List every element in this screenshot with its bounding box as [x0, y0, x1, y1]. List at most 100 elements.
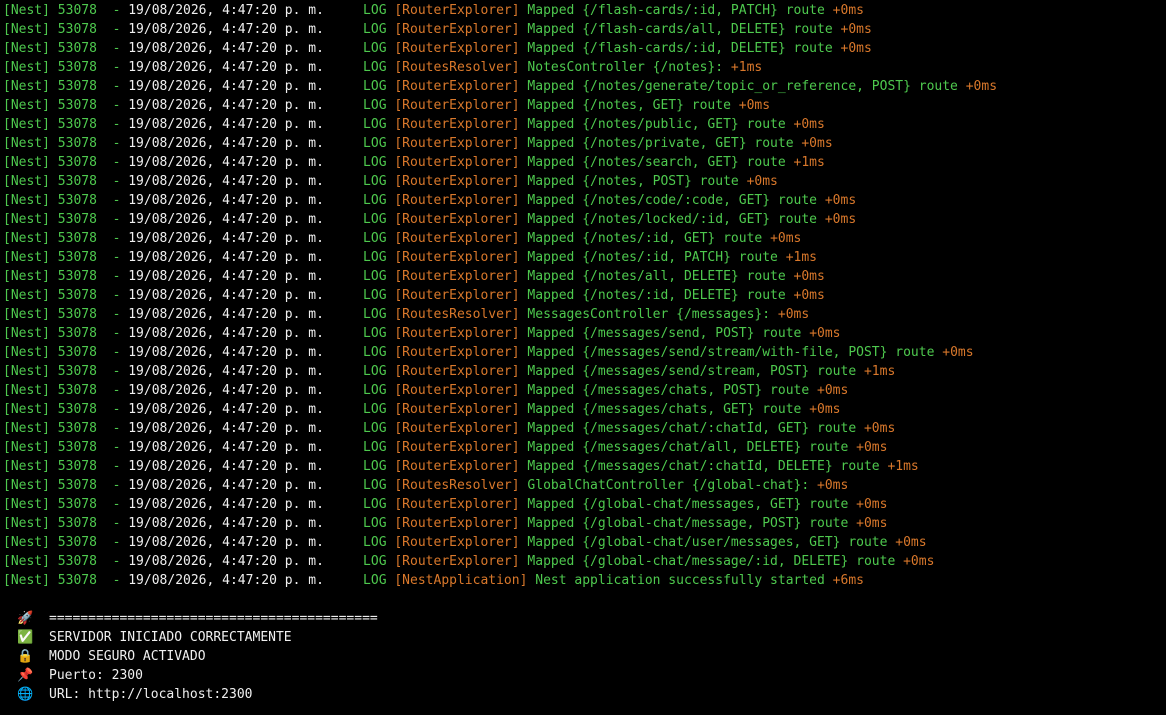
- log-level: LOG: [363, 307, 387, 322]
- log-prefix: [Nest] 53078 -: [3, 60, 129, 75]
- log-timestamp: 19/08/2026, 4:47:20 p. m.: [128, 478, 324, 493]
- log-output: [Nest] 53078 - 19/08/2026, 4:47:20 p. m.…: [0, 1, 1166, 590]
- log-timing: +1ms: [887, 459, 919, 474]
- log-line: [Nest] 53078 - 19/08/2026, 4:47:20 p. m.…: [0, 324, 1166, 343]
- log-line: [Nest] 53078 - 19/08/2026, 4:47:20 p. m.…: [0, 58, 1166, 77]
- log-timing: +1ms: [730, 60, 763, 75]
- log-timestamp: 19/08/2026, 4:47:20 p. m.: [128, 402, 324, 417]
- log-prefix: [Nest] 53078 -: [3, 573, 129, 588]
- log-line: [Nest] 53078 - 19/08/2026, 4:47:20 p. m.…: [0, 476, 1166, 495]
- log-line: [Nest] 53078 - 19/08/2026, 4:47:20 p. m.…: [0, 210, 1166, 229]
- log-timestamp: 19/08/2026, 4:47:20 p. m.: [128, 79, 324, 94]
- log-message: Mapped {/messages/chat/:chatId, DELETE} …: [527, 459, 880, 474]
- log-timing: +0ms: [793, 117, 825, 132]
- log-context: [RouterExplorer]: [394, 117, 520, 132]
- log-context: [RouterExplorer]: [394, 174, 520, 189]
- log-message: Mapped {/notes/public, GET} route: [527, 117, 786, 132]
- log-prefix: [Nest] 53078 -: [3, 459, 129, 474]
- log-message: Mapped {/notes/search, GET} route: [527, 155, 786, 170]
- log-prefix: [Nest] 53078 -: [3, 440, 129, 455]
- log-timestamp: 19/08/2026, 4:47:20 p. m.: [128, 3, 324, 18]
- log-line: [Nest] 53078 - 19/08/2026, 4:47:20 p. m.…: [0, 343, 1166, 362]
- log-line: [Nest] 53078 - 19/08/2026, 4:47:20 p. m.…: [0, 305, 1166, 324]
- terminal-window[interactable]: [Nest] 53078 - 19/08/2026, 4:47:20 p. m.…: [0, 0, 1166, 715]
- log-timing: +0ms: [903, 554, 935, 569]
- log-prefix: [Nest] 53078 -: [3, 155, 129, 170]
- log-line: [Nest] 53078 - 19/08/2026, 4:47:20 p. m.…: [0, 495, 1166, 514]
- log-line: [Nest] 53078 - 19/08/2026, 4:47:20 p. m.…: [0, 286, 1166, 305]
- log-message: Mapped {/notes/private, GET} route: [527, 136, 794, 151]
- log-timing: +1ms: [785, 250, 818, 265]
- log-message: Mapped {/messages/send, POST} route: [527, 326, 802, 341]
- log-context: [RouterExplorer]: [394, 383, 520, 398]
- pushpin-icon: 📌: [17, 668, 34, 683]
- log-timestamp: 19/08/2026, 4:47:20 p. m.: [128, 364, 324, 379]
- banner-line: 📌 Puerto: 2300: [17, 666, 1166, 685]
- log-message: Mapped {/messages/chat/all, DELETE} rout…: [527, 440, 849, 455]
- log-line: [Nest] 53078 - 19/08/2026, 4:47:20 p. m.…: [0, 438, 1166, 457]
- log-timestamp: 19/08/2026, 4:47:20 p. m.: [128, 250, 324, 265]
- log-message: Mapped {/messages/chats, POST} route: [527, 383, 810, 398]
- log-prefix: [Nest] 53078 -: [3, 288, 129, 303]
- log-prefix: [Nest] 53078 -: [3, 478, 129, 493]
- log-message: Mapped {/notes/:id, GET} route: [527, 231, 763, 246]
- log-message: Mapped {/notes/locked/:id, GET} route: [527, 212, 818, 227]
- log-timing: +0ms: [793, 269, 825, 284]
- log-level: LOG: [363, 288, 387, 303]
- log-level: LOG: [363, 79, 387, 94]
- log-level: LOG: [363, 136, 387, 151]
- check-mark-icon: ✅: [17, 630, 34, 645]
- log-message: NotesController {/notes}:: [527, 60, 724, 75]
- log-timestamp: 19/08/2026, 4:47:20 p. m.: [128, 573, 324, 588]
- log-level: LOG: [363, 193, 387, 208]
- log-context: [NestApplication]: [394, 573, 528, 588]
- log-timing: +0ms: [809, 402, 841, 417]
- log-context: [RoutesResolver]: [394, 60, 520, 75]
- lock-icon: 🔒: [17, 649, 34, 664]
- log-message: MessagesController {/messages}:: [527, 307, 771, 322]
- log-line: [Nest] 53078 - 19/08/2026, 4:47:20 p. m.…: [0, 514, 1166, 533]
- log-level: LOG: [363, 554, 387, 569]
- log-prefix: [Nest] 53078 -: [3, 326, 129, 341]
- log-timestamp: 19/08/2026, 4:47:20 p. m.: [128, 193, 324, 208]
- log-message: Mapped {/global-chat/messages, GET} rout…: [527, 497, 849, 512]
- log-message: Mapped {/global-chat/message/:id, DELETE…: [527, 554, 896, 569]
- startup-banner: 🚀 =======================================…: [0, 609, 1166, 704]
- log-context: [RouterExplorer]: [394, 459, 520, 474]
- log-timestamp: 19/08/2026, 4:47:20 p. m.: [128, 174, 324, 189]
- log-timing: +1ms: [863, 364, 896, 379]
- banner-text: MODO SEGURO ACTIVADO: [49, 649, 206, 664]
- log-prefix: [Nest] 53078 -: [3, 307, 129, 322]
- log-line: [Nest] 53078 - 19/08/2026, 4:47:20 p. m.…: [0, 419, 1166, 438]
- log-timing: +0ms: [817, 383, 849, 398]
- log-message: Mapped {/flash-cards/:id, DELETE} route: [527, 41, 833, 56]
- log-timestamp: 19/08/2026, 4:47:20 p. m.: [128, 117, 324, 132]
- log-context: [RouterExplorer]: [394, 554, 520, 569]
- log-timing: +0ms: [770, 231, 802, 246]
- log-timestamp: 19/08/2026, 4:47:20 p. m.: [128, 554, 324, 569]
- log-timestamp: 19/08/2026, 4:47:20 p. m.: [128, 41, 324, 56]
- log-context: [RoutesResolver]: [394, 307, 520, 322]
- log-timing: +0ms: [895, 535, 927, 550]
- log-prefix: [Nest] 53078 -: [3, 212, 129, 227]
- log-level: LOG: [363, 478, 387, 493]
- rocket-icon: 🚀: [17, 611, 34, 626]
- log-level: LOG: [363, 440, 387, 455]
- log-timing: +0ms: [856, 516, 888, 531]
- log-message: Mapped {/global-chat/message, POST} rout…: [527, 516, 849, 531]
- log-message: Mapped {/notes/code/:code, GET} route: [527, 193, 818, 208]
- log-context: [RouterExplorer]: [394, 212, 520, 227]
- log-context: [RouterExplorer]: [394, 231, 520, 246]
- log-timing: +0ms: [965, 79, 998, 94]
- log-level: LOG: [363, 497, 387, 512]
- log-context: [RouterExplorer]: [394, 98, 520, 113]
- log-level: LOG: [363, 535, 387, 550]
- log-line: [Nest] 53078 - 19/08/2026, 4:47:20 p. m.…: [0, 172, 1166, 191]
- banner-line: 🚀 =======================================…: [17, 609, 1166, 628]
- log-timestamp: 19/08/2026, 4:47:20 p. m.: [128, 326, 324, 341]
- log-timing: +0ms: [840, 41, 872, 56]
- log-context: [RouterExplorer]: [394, 155, 520, 170]
- log-timing: +0ms: [824, 193, 857, 208]
- log-context: [RouterExplorer]: [394, 516, 520, 531]
- log-timing: +0ms: [824, 212, 857, 227]
